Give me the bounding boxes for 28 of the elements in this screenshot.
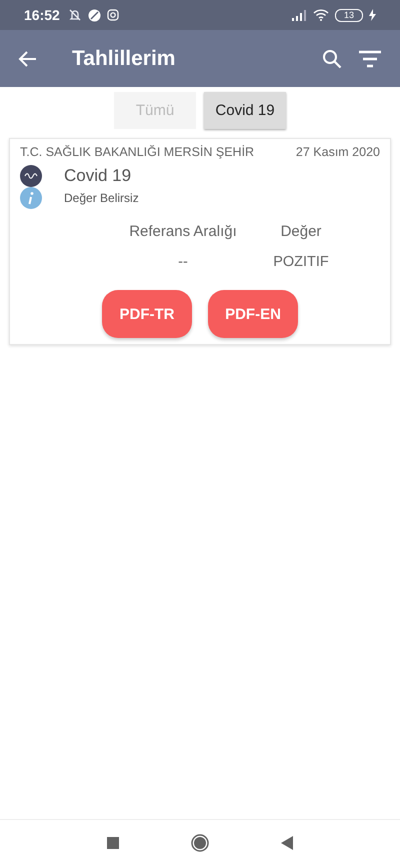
pdf-button[interactable]: PDF-EN (208, 290, 298, 338)
signal-icon (290, 9, 307, 21)
column-header: Referans Aralığı (128, 223, 238, 240)
filter-tab[interactable]: Tümü (114, 92, 196, 129)
bell-off-icon (68, 8, 82, 22)
screen-title: Tahlillerim (72, 46, 176, 70)
status-time: 16:52 (24, 7, 60, 23)
result-note: Değer Belirsiz (64, 191, 139, 205)
filter-icon (358, 48, 382, 68)
test-name: Covid 19 (64, 166, 132, 186)
wave-icon (20, 165, 42, 187)
table-cell-text: -- (177, 254, 189, 270)
battery-indicator: 13 (334, 8, 363, 22)
table-cell-text: POZITIF (272, 254, 330, 270)
arrow-left-icon (18, 48, 38, 68)
back-nav-button[interactable] (281, 836, 293, 850)
search-icon (322, 48, 342, 68)
pdf-button[interactable]: PDF-TR (102, 290, 192, 338)
column-header: Değer (280, 223, 322, 240)
disc-icon (88, 8, 101, 22)
wifi-icon (312, 9, 329, 21)
filter-tab[interactable]: Covid 19 (204, 92, 286, 129)
info-icon (20, 187, 42, 209)
home-button[interactable] (191, 834, 209, 852)
camera-icon (106, 9, 119, 21)
result-date: 27 Kasım 2020 (296, 145, 380, 159)
lab-name: T.C. SAĞLIK BAKANLIĞI MERSİN ŞEHİR (20, 145, 254, 159)
charging-icon (369, 9, 376, 21)
